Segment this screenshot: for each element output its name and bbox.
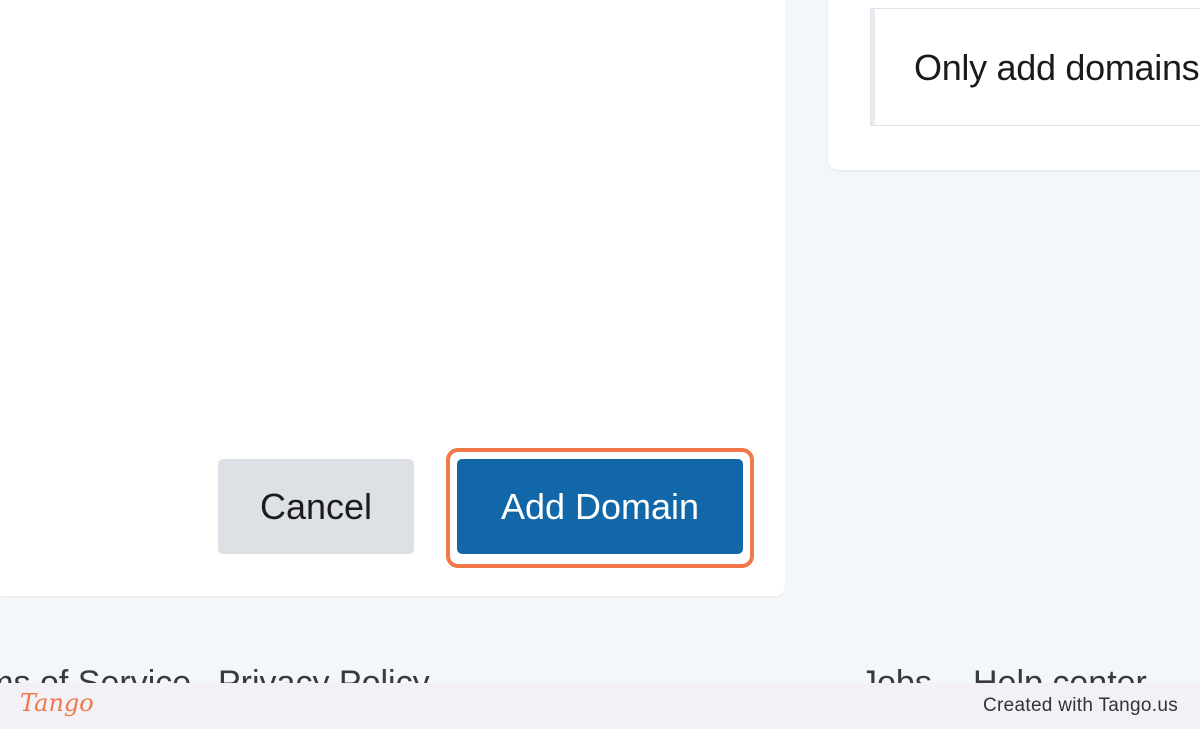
tango-credit: Created with Tango.us [982, 695, 1178, 716]
domain-notice-text: Only add domains [914, 47, 1200, 88]
tango-logo: Tango [20, 689, 94, 717]
tango-watermark-bar: Tango Created with Tango.us [0, 683, 1200, 729]
cancel-button[interactable]: Cancel [218, 459, 414, 554]
domain-notice: Only add domains [870, 8, 1200, 126]
add-domain-button[interactable]: Add Domain [457, 459, 743, 554]
